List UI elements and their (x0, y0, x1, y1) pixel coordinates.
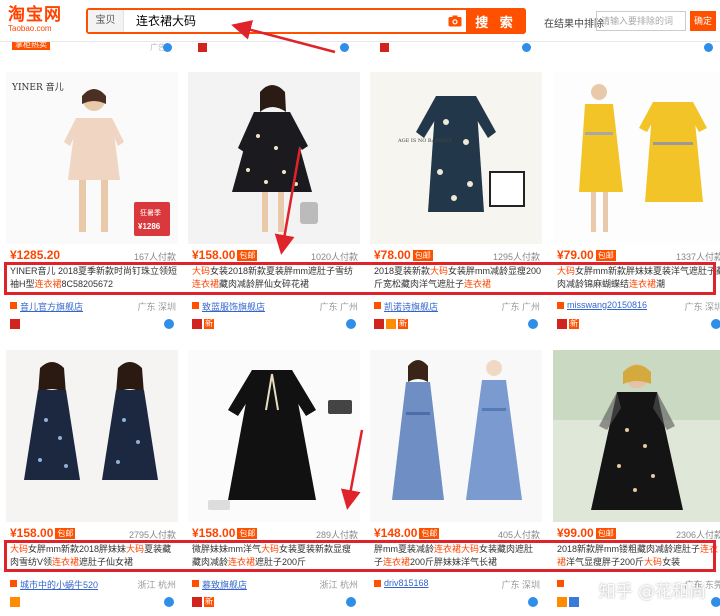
arrow-to-row1 (274, 147, 302, 255)
arrow-to-search (231, 20, 336, 54)
arrow-to-row2 (340, 429, 364, 510)
zhihu-watermark: 知乎 @花和尚 (598, 582, 706, 602)
annotation-arrows (231, 20, 364, 510)
